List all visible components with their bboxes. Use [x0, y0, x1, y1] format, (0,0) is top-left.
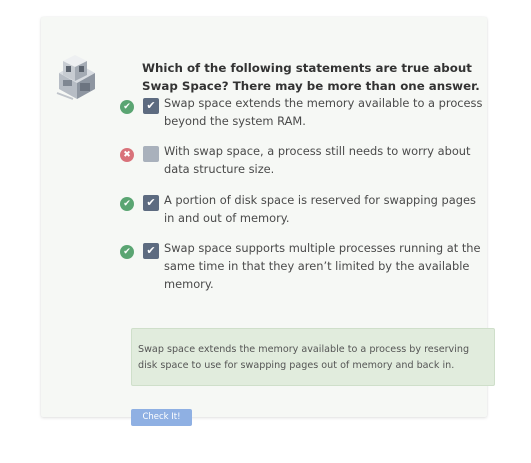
question-card: Which of the following statements are tr… [41, 17, 495, 426]
codio-logo-icon [56, 55, 95, 100]
check-icon: ✔ [120, 197, 134, 211]
check-icon: ✔ [120, 245, 134, 259]
check-it-button[interactable]: Check It! [131, 409, 192, 426]
option-text: Swap space supports multiple processes r… [164, 241, 481, 291]
option-checkbox[interactable]: ✔ [143, 195, 159, 211]
feedback-panel: Swap space extends the memory available … [131, 328, 495, 386]
option-checkbox[interactable] [143, 146, 159, 162]
feedback-text: Swap space extends the memory available … [138, 344, 470, 371]
option-text: A portion of disk space is reserved for … [164, 193, 476, 225]
option-text: Swap space extends the memory available … [164, 96, 483, 128]
option-checkbox[interactable]: ✔ [143, 243, 159, 259]
x-icon: ✖ [120, 148, 134, 162]
option-checkbox[interactable]: ✔ [143, 98, 159, 114]
check-icon: ✔ [120, 100, 134, 114]
option-text: With swap space, a process still needs t… [164, 144, 471, 176]
question-text: Which of the following statements are tr… [142, 61, 480, 93]
